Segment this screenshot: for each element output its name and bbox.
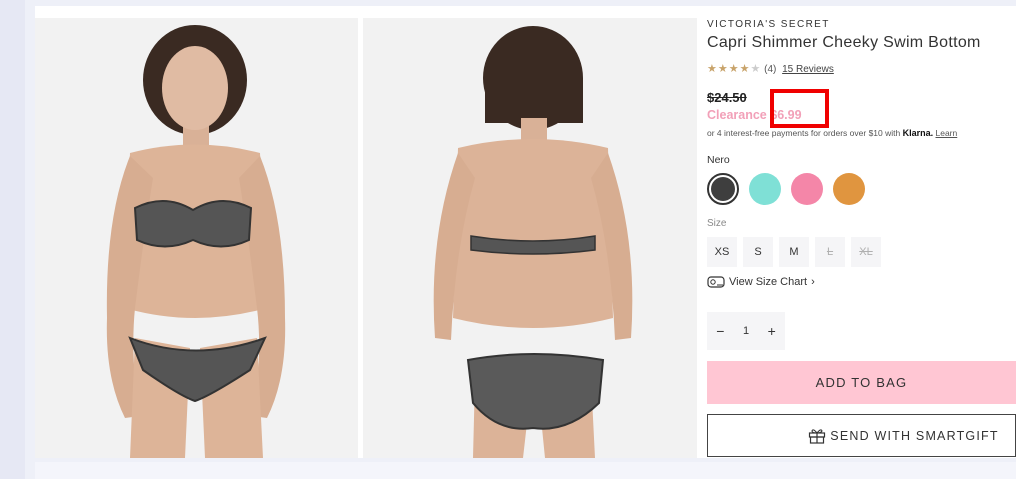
brand-name: VICTORIA'S SECRET <box>707 19 830 30</box>
rating-row: ★★★★★ (4) 15 Reviews <box>707 62 834 75</box>
clearance-label: Clearance <box>707 108 767 122</box>
quantity-value[interactable]: 1 <box>743 325 749 337</box>
selected-color-name: Nero <box>707 154 730 166</box>
star-empty-icon: ★ <box>750 63 762 75</box>
left-rail <box>0 0 25 479</box>
swatch-orange[interactable] <box>833 173 865 205</box>
size-chart-link[interactable]: View Size Chart › <box>707 276 815 288</box>
quantity-minus-button[interactable]: − <box>716 323 724 339</box>
chevron-right-icon: › <box>811 276 815 288</box>
send-smartgift-button[interactable]: SEND WITH SMARTGIFT <box>707 414 1016 457</box>
size-xs-button[interactable]: XS <box>707 237 737 267</box>
klarna-message: or 4 interest-free payments for orders o… <box>707 128 957 138</box>
size-xl-button[interactable]: XL <box>851 237 881 267</box>
product-title: Capri Shimmer Cheeky Swim Bottom <box>707 34 981 51</box>
reviews-link[interactable]: 15 Reviews <box>782 64 834 75</box>
product-panel: VICTORIA'S SECRET Capri Shimmer Cheeky S… <box>35 6 1016 458</box>
rating-count: (4) <box>764 64 777 75</box>
size-label: Size <box>707 218 727 229</box>
swatch-pink[interactable] <box>791 173 823 205</box>
bottom-strip <box>35 462 1016 479</box>
measuring-tape-icon <box>707 276 725 288</box>
original-price: $24.50 <box>707 90 747 105</box>
product-image-back[interactable] <box>363 18 697 458</box>
swatch-nero[interactable] <box>707 173 739 205</box>
smartgift-label: SEND WITH SMARTGIFT <box>830 428 999 443</box>
product-image-front[interactable] <box>35 18 358 458</box>
quantity-plus-button[interactable]: + <box>768 323 776 339</box>
quantity-stepper: − 1 + <box>707 312 785 350</box>
model-front-photo <box>35 18 358 458</box>
swatch-aqua[interactable] <box>749 173 781 205</box>
size-chart-label: View Size Chart <box>729 276 808 288</box>
klarna-text: or 4 interest-free payments for orders o… <box>707 128 901 138</box>
klarna-learn-link[interactable]: Learn <box>936 128 958 138</box>
add-to-bag-button[interactable]: ADD TO BAG <box>707 361 1016 404</box>
price-highlight-box <box>770 89 829 128</box>
size-m-button[interactable]: M <box>779 237 809 267</box>
star-rating-icon: ★★★★ <box>707 63 751 75</box>
gift-icon <box>809 428 826 444</box>
product-info: VICTORIA'S SECRET Capri Shimmer Cheeky S… <box>707 6 1016 458</box>
model-back-photo <box>363 18 697 458</box>
klarna-logo: Klarna. <box>902 128 934 138</box>
size-l-button[interactable]: L <box>815 237 845 267</box>
size-s-button[interactable]: S <box>743 237 773 267</box>
